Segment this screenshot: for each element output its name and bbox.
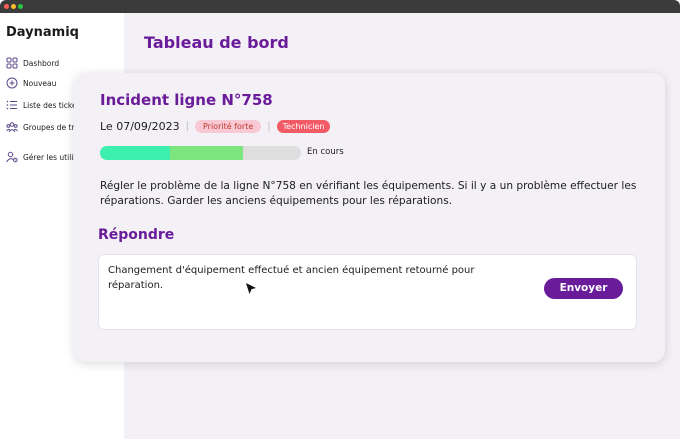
reply-section-title: Répondre	[98, 227, 175, 243]
role-badge: Technicien	[276, 119, 331, 133]
progress-status-label: En cours	[307, 147, 344, 157]
window-minimize-button[interactable]	[11, 4, 16, 9]
window-maximize-button[interactable]	[18, 4, 23, 9]
incident-date: Le 07/09/2023	[100, 119, 180, 133]
send-button[interactable]: Envoyer	[544, 278, 623, 299]
user-settings-icon	[6, 151, 18, 163]
priority-badge: Priorité forte	[194, 119, 262, 133]
plus-circle-icon	[6, 77, 18, 89]
sidebar-item-liste-tickets[interactable]: Liste des tickets	[6, 99, 83, 111]
reply-text[interactable]: Changement d'équipement effectué et anci…	[108, 263, 518, 293]
sidebar-item-label: Nouveau	[23, 78, 57, 88]
reply-input[interactable]: Changement d'équipement effectué et anci…	[98, 254, 637, 330]
grid-icon	[6, 57, 18, 69]
incident-meta: Le 07/09/2023 | Priorité forte | Technic…	[100, 119, 331, 133]
sidebar-item-dashbord[interactable]: Dashbord	[6, 57, 59, 69]
mouse-cursor-icon	[246, 283, 256, 294]
progress-bar	[100, 146, 301, 160]
progress-segment-2	[170, 146, 243, 160]
list-icon	[6, 100, 17, 110]
page-title: Tableau de bord	[144, 33, 289, 52]
users-group-icon	[6, 122, 18, 133]
brand-logo: Daynamiq	[6, 25, 79, 40]
incident-card: Incident ligne N°758 Le 07/09/2023 | Pri…	[74, 73, 665, 362]
progress-segment-1	[100, 146, 171, 160]
incident-description: Régler le problème de la ligne N°758 en …	[100, 180, 637, 207]
window-titlebar	[0, 0, 680, 13]
incident-title: Incident ligne N°758	[100, 91, 273, 109]
sidebar-item-label: Dashbord	[23, 58, 60, 68]
meta-divider: |	[267, 120, 271, 132]
sidebar-item-nouveau[interactable]: Nouveau	[6, 77, 56, 89]
meta-divider: |	[185, 120, 189, 132]
window-close-button[interactable]	[4, 4, 9, 9]
